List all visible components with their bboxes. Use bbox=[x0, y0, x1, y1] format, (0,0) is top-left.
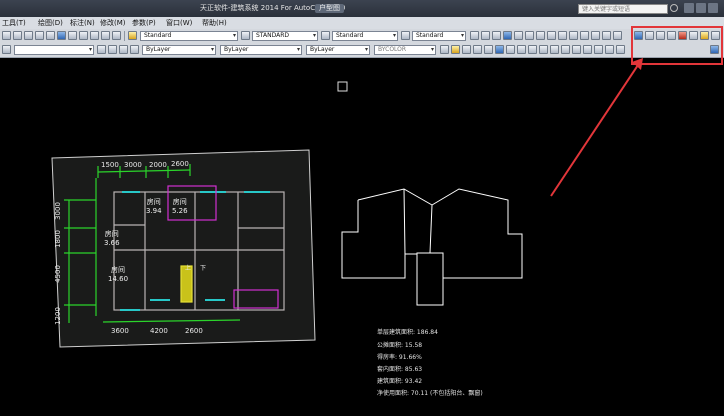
stat-efficiency: 得房率: 91.66% bbox=[377, 354, 422, 361]
floor-plan-photo bbox=[51, 149, 316, 348]
dim-left-2: 1800 bbox=[53, 230, 62, 248]
arrow-head bbox=[632, 58, 643, 70]
stat-net-area: 净使用面积: 70.11 (不包括阳台、飘窗) bbox=[377, 390, 483, 397]
drawing-canvas[interactable] bbox=[0, 0, 724, 416]
dim-top-4: 2600 bbox=[171, 160, 189, 168]
stair-up-label: 上 bbox=[185, 265, 192, 272]
dim-bottom-1: 3600 bbox=[111, 327, 129, 335]
stair-down-label: 下 bbox=[200, 265, 207, 272]
building-outline bbox=[341, 188, 523, 306]
dim-left-3: 4500 bbox=[53, 265, 62, 283]
dim-left-1: 3000 bbox=[53, 202, 62, 220]
room-label-3: 房间 3.66 bbox=[104, 230, 120, 247]
dim-top-1: 1500 bbox=[101, 161, 119, 169]
dim-bottom-3: 2600 bbox=[185, 327, 203, 335]
room-label-1: 房间 3.94 bbox=[146, 198, 162, 215]
dim-top-2: 3000 bbox=[124, 161, 142, 169]
stat-shared-area: 公摊面积: 15.58 bbox=[377, 342, 423, 349]
room-label-4: 房间 14.60 bbox=[108, 266, 129, 283]
cursor-pickbox bbox=[337, 81, 348, 92]
annotation-arrow bbox=[550, 61, 641, 197]
stat-floor-area: 单层建筑面积: 186.84 bbox=[377, 329, 438, 336]
room-label-2: 房间 5.26 bbox=[172, 198, 188, 215]
dim-top-3: 2000 bbox=[149, 161, 167, 169]
stat-building-area: 建筑面积: 93.42 bbox=[377, 378, 423, 385]
stat-suite-area: 套内面积: 85.63 bbox=[377, 366, 423, 373]
dim-left-4: 1200 bbox=[53, 307, 62, 325]
dim-bottom-2: 4200 bbox=[150, 327, 168, 335]
